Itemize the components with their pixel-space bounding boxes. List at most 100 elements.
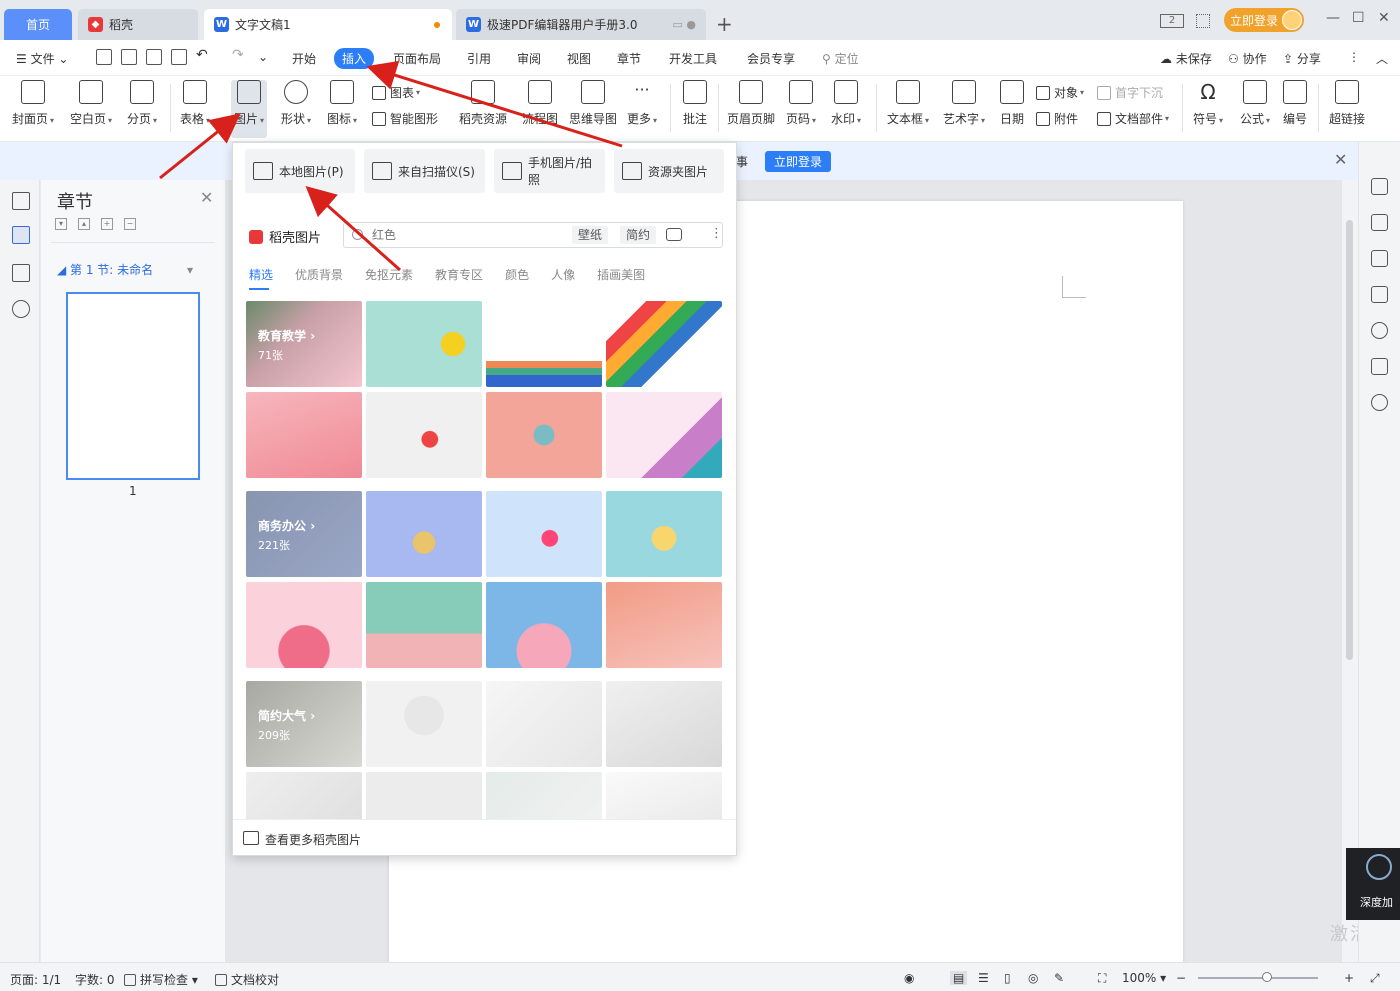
tab-document[interactable]: W 文字文稿1 — [204, 9, 452, 40]
drop-cap-button[interactable]: 首字下沉 — [1097, 84, 1163, 101]
flowchart-button[interactable]: 流程图 — [522, 80, 558, 127]
zoom-in-icon[interactable]: + — [1344, 971, 1354, 985]
object-button[interactable]: 对象 ▾ — [1036, 84, 1084, 101]
picture-thumbnail[interactable] — [366, 301, 482, 387]
hyperlink-button[interactable]: 超链接 — [1329, 80, 1365, 127]
picture-thumbnail[interactable] — [366, 491, 482, 577]
word-count[interactable]: 字数: 0 — [75, 971, 115, 988]
resource-folder-button[interactable]: 资源夹图片 — [614, 149, 724, 193]
picture-thumbnail[interactable] — [606, 681, 722, 767]
picture-search-input[interactable] — [372, 226, 562, 244]
tab-home[interactable]: 首页 — [4, 9, 72, 40]
tag-wallpaper[interactable]: 壁纸 — [572, 226, 609, 244]
picture-button[interactable]: 图片 ▾ — [231, 80, 268, 138]
zoom-out-icon[interactable]: − — [1176, 971, 1186, 985]
menu-member[interactable]: 会员专享 — [747, 50, 795, 67]
shape-button[interactable]: 形状 ▾ — [281, 80, 311, 127]
print-icon[interactable] — [146, 49, 162, 65]
page-thumbnail[interactable] — [66, 292, 200, 480]
local-picture-button[interactable]: 本地图片(P) — [245, 149, 355, 193]
tab-pdf-controls-icon[interactable]: ▭ ● — [673, 18, 697, 31]
tab-education[interactable]: 教育专区 — [435, 266, 483, 283]
smart-graphic-button[interactable]: 智能图形 — [372, 110, 438, 127]
numbering-button[interactable]: 编号 — [1283, 80, 1307, 127]
maximize-icon[interactable]: ☐ — [1352, 10, 1365, 26]
picture-thumbnail[interactable] — [366, 392, 482, 478]
menu-references[interactable]: 引用 — [467, 50, 491, 67]
search-icon[interactable] — [12, 300, 30, 318]
picture-thumbnail[interactable] — [486, 301, 602, 387]
more-menu-icon[interactable]: ⋮ — [1348, 50, 1360, 64]
page-break-button[interactable]: 分页 ▾ — [127, 80, 157, 127]
picture-thumbnail[interactable] — [366, 772, 482, 821]
new-tab-button[interactable]: + — [716, 12, 733, 36]
layout-toggle-icon[interactable]: 2 — [1160, 10, 1184, 32]
daoke-resource-button[interactable]: 稻壳资源 — [459, 80, 507, 127]
add-section-icon[interactable]: + — [101, 218, 113, 230]
menu-start[interactable]: 开始 — [292, 50, 316, 67]
fullscreen-icon[interactable]: ⤢ — [1370, 971, 1380, 986]
camera-icon[interactable] — [666, 228, 682, 241]
more-pictures-link[interactable]: 查看更多稻壳图片 — [265, 831, 361, 848]
picture-thumbnail[interactable] — [486, 491, 602, 577]
deep-accelerate-widget[interactable]: 深度加 — [1346, 848, 1400, 920]
collapse-all-icon[interactable]: ▴ — [78, 218, 90, 230]
lightning-icon[interactable] — [1371, 394, 1388, 411]
collaborate-button[interactable]: ⚇ 协作 — [1228, 50, 1267, 67]
picture-thumbnail[interactable] — [486, 772, 602, 821]
mindmap-button[interactable]: 思维导图 — [569, 80, 617, 127]
menu-review[interactable]: 审阅 — [517, 50, 541, 67]
picture-thumbnail[interactable] — [606, 491, 722, 577]
redo-icon[interactable]: ↷ — [232, 47, 244, 63]
cover-page-button[interactable]: 封面页 ▾ — [12, 80, 54, 127]
chart-button[interactable]: 图表 ▾ — [372, 84, 420, 101]
notice-close-icon[interactable]: ✕ — [1334, 150, 1347, 169]
unsaved-status[interactable]: ☁ 未保存 — [1160, 50, 1212, 67]
write-view-icon[interactable]: ✎ — [1054, 971, 1064, 985]
more-button[interactable]: ··· 更多 ▾ — [627, 80, 657, 127]
picture-thumbnail[interactable] — [486, 392, 602, 478]
cursor-icon[interactable] — [1371, 250, 1388, 267]
zoom-slider[interactable] — [1198, 977, 1318, 979]
tab-illustration[interactable]: 插画美图 — [597, 266, 645, 283]
chapter-close-icon[interactable]: ✕ — [200, 188, 213, 207]
menu-developer[interactable]: 开发工具 — [669, 50, 717, 67]
more-pictures-footer[interactable]: 查看更多稻壳图片 — [233, 819, 736, 855]
page-count[interactable]: 页面: 1/1 — [10, 971, 61, 988]
blank-page-button[interactable]: 空白页 ▾ — [70, 80, 112, 127]
export-pdf-icon[interactable] — [121, 49, 137, 65]
bookmark-icon[interactable] — [12, 264, 30, 282]
apps-grid-icon[interactable] — [1196, 10, 1210, 32]
undo-icon[interactable]: ↶ — [196, 47, 208, 63]
pen-icon[interactable] — [1371, 214, 1388, 231]
picture-search[interactable]: 壁纸 简约 — [343, 222, 723, 248]
doc-proofread[interactable]: 文档校对 — [215, 971, 279, 988]
web-view-icon[interactable]: ◎ — [1028, 971, 1038, 985]
menu-insert[interactable]: 插入 — [334, 48, 375, 69]
menu-chapter[interactable]: 章节 — [617, 50, 641, 67]
notice-login-button[interactable]: 立即登录 — [765, 151, 832, 172]
watermark-button[interactable]: 水印 ▾ — [831, 80, 861, 127]
file-menu[interactable]: ☰ 文件 ⌄ — [16, 50, 68, 67]
save-icon[interactable] — [96, 49, 112, 65]
spell-check[interactable]: 拼写检查 ▾ — [124, 971, 198, 988]
print-preview-icon[interactable] — [171, 49, 187, 65]
picture-thumbnail[interactable] — [246, 772, 362, 821]
attachment-button[interactable]: 附件 — [1036, 110, 1078, 127]
outline-icon[interactable] — [12, 192, 30, 210]
tab-portrait[interactable]: 人像 — [551, 266, 575, 283]
page-number-button[interactable]: 页码 ▾ — [786, 80, 816, 127]
rocket-icon[interactable] — [1371, 178, 1388, 195]
tag-minimal[interactable]: 简约 — [620, 226, 657, 244]
page-view-icon[interactable]: ▤ — [950, 971, 968, 985]
header-footer-button[interactable]: 页眉页脚 — [727, 80, 775, 127]
tab-pdf-manual[interactable]: W 极速PDF编辑器用户手册3.0 ▭ ● — [456, 9, 706, 40]
zoom-slider-knob[interactable] — [1262, 972, 1272, 982]
scanner-button[interactable]: 来自扫描仪(S) — [364, 149, 485, 193]
phone-picture-button[interactable]: 手机图片/拍照 — [494, 149, 605, 193]
formula-button[interactable]: 公式 ▾ — [1240, 80, 1270, 127]
tab-daoke[interactable]: ◆ 稻壳 — [78, 9, 198, 40]
menu-page-layout[interactable]: 页面布局 — [393, 50, 441, 67]
vertical-scrollbar[interactable] — [1342, 180, 1358, 962]
group-tile-business[interactable]: 商务办公 › 221张 — [246, 491, 362, 577]
